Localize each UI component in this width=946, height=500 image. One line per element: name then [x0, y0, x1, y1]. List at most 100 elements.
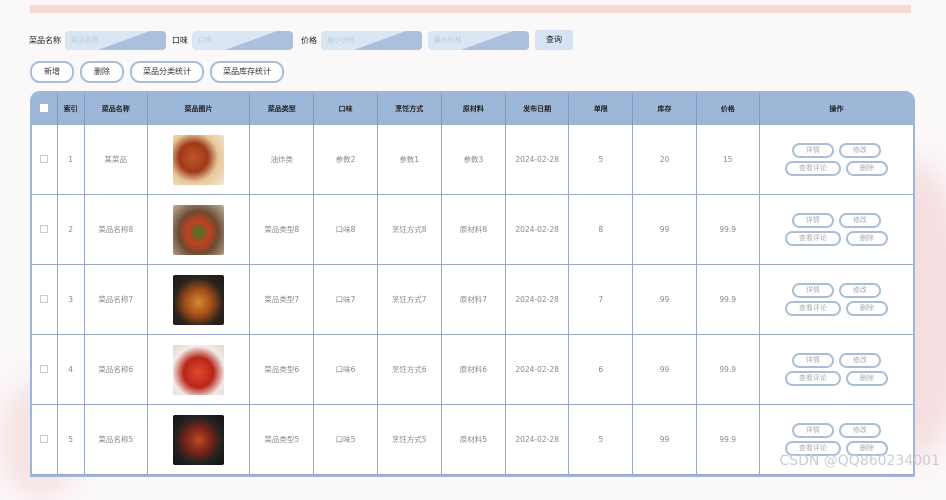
header-cell: 烹饪方式 — [377, 93, 442, 125]
header-cell: 菜品类型 — [249, 93, 315, 125]
detail-button[interactable]: 详情 — [791, 423, 834, 438]
min-price-input[interactable]: 最小价格 — [321, 30, 422, 50]
select-all-checkbox[interactable] — [32, 93, 58, 125]
taste-cell: 口味5 — [313, 404, 378, 475]
header-cell: 菜品名称 — [84, 93, 148, 125]
header-cell: 操作 — [759, 93, 913, 125]
row-checkbox[interactable] — [32, 404, 58, 475]
date-cell: 2024-02-28 — [505, 194, 570, 265]
name-input[interactable]: 菜品名称 — [65, 30, 166, 50]
header-cell: 价格 — [696, 93, 760, 125]
max-price-input[interactable]: 最大价格 — [428, 30, 529, 50]
dish-image[interactable] — [173, 204, 225, 255]
image-cell — [147, 125, 251, 195]
view-reviews-button[interactable]: 查看评论 — [784, 301, 841, 316]
dish-image[interactable] — [173, 274, 225, 325]
dish-image[interactable] — [173, 414, 225, 465]
name-label: 菜品名称 — [29, 35, 61, 45]
row-delete-button[interactable]: 删除 — [845, 231, 888, 246]
header-cell: 口味 — [313, 93, 378, 125]
delete-button[interactable]: 删除 — [80, 61, 124, 83]
date-cell: 2024-02-28 — [505, 334, 570, 405]
detail-button[interactable]: 详情 — [791, 143, 834, 158]
image-cell — [147, 334, 251, 405]
type-cell: 菜品类型6 — [249, 334, 315, 405]
header-cell: 库存 — [632, 93, 697, 125]
watermark: CSDN @QQ860234001 — [779, 453, 940, 469]
stock-cell: 20 — [632, 125, 697, 195]
price-cell: 99.9 — [696, 194, 760, 265]
edit-button[interactable]: 修改 — [838, 143, 881, 158]
row-checkbox[interactable] — [32, 264, 58, 335]
stock-cell: 99 — [632, 334, 697, 405]
date-cell: 2024-02-28 — [505, 404, 570, 475]
price-cell: 99.9 — [696, 404, 760, 475]
name-cell: 菜品名称6 — [84, 334, 148, 405]
row-checkbox[interactable] — [32, 125, 58, 195]
price-cell: 15 — [696, 125, 760, 195]
material-cell: 原材料5 — [441, 404, 507, 475]
row-delete-button[interactable]: 删除 — [845, 161, 888, 176]
edit-button[interactable]: 修改 — [838, 423, 881, 438]
header-cell: 单限 — [568, 93, 634, 125]
type-cell: 菜品类型7 — [249, 264, 315, 335]
detail-button[interactable]: 详情 — [791, 353, 834, 368]
header-cell: 索引 — [57, 93, 85, 125]
row-checkbox[interactable] — [32, 334, 58, 405]
taste-cell: 参数2 — [313, 125, 378, 195]
view-reviews-button[interactable]: 查看评论 — [784, 161, 841, 176]
actions-cell: 详情 修改 查看评论 删除 — [759, 125, 913, 195]
limit-cell: 5 — [568, 404, 634, 475]
cook-cell: 烹饪方式8 — [377, 194, 442, 265]
top-accent-bar — [30, 5, 911, 13]
edit-button[interactable]: 修改 — [838, 353, 881, 368]
name-cell: 菜品名称7 — [84, 264, 148, 335]
query-button[interactable]: 查询 — [535, 30, 573, 50]
index-cell: 5 — [57, 404, 85, 475]
material-cell: 原材料6 — [441, 334, 507, 405]
header-cell: 发布日期 — [505, 93, 570, 125]
index-cell: 3 — [57, 264, 85, 335]
dish-table: 索引 菜品名称 菜品图片 菜品类型 口味 烹饪方式 原材料 发布日期 单限 库存… — [30, 91, 915, 477]
cook-cell: 烹饪方式7 — [377, 264, 442, 335]
material-cell: 原材料7 — [441, 264, 507, 335]
limit-cell: 6 — [568, 334, 634, 405]
taste-cell: 口味6 — [313, 334, 378, 405]
price-cell: 99.9 — [696, 334, 760, 405]
price-cell: 99.9 — [696, 264, 760, 335]
name-cell: 菜品名称5 — [84, 404, 148, 475]
add-button[interactable]: 新增 — [30, 61, 74, 83]
name-cell: 某菜品 — [84, 125, 148, 195]
cook-cell: 烹饪方式5 — [377, 404, 442, 475]
taste-cell: 口味7 — [313, 264, 378, 335]
date-cell: 2024-02-28 — [505, 125, 570, 195]
material-cell: 原材料8 — [441, 194, 507, 265]
view-reviews-button[interactable]: 查看评论 — [784, 231, 841, 246]
view-reviews-button[interactable]: 查看评论 — [784, 371, 841, 386]
table-row: 3 菜品名称7 菜品类型7 口味7 烹饪方式7 原材料7 2024-02-28 … — [32, 264, 913, 335]
name-cell: 菜品名称8 — [84, 194, 148, 265]
edit-button[interactable]: 修改 — [838, 213, 881, 228]
price-label: 价格 — [301, 35, 317, 45]
type-cell: 油炸类 — [249, 125, 315, 195]
cook-cell: 烹饪方式6 — [377, 334, 442, 405]
image-cell — [147, 194, 251, 265]
stock-cell: 99 — [632, 404, 697, 475]
row-delete-button[interactable]: 删除 — [845, 371, 888, 386]
image-cell — [147, 404, 251, 475]
detail-button[interactable]: 详情 — [791, 283, 834, 298]
row-checkbox[interactable] — [32, 194, 58, 265]
category-stats-button[interactable]: 菜品分类统计 — [130, 61, 204, 83]
limit-cell: 8 — [568, 194, 634, 265]
material-cell: 参数3 — [441, 125, 507, 195]
stock-stats-button[interactable]: 菜品库存统计 — [210, 61, 284, 83]
detail-button[interactable]: 详情 — [791, 213, 834, 228]
taste-input[interactable]: 口味 — [192, 30, 293, 50]
dish-image[interactable] — [173, 344, 225, 395]
dish-image[interactable] — [173, 134, 225, 185]
row-delete-button[interactable]: 删除 — [845, 301, 888, 316]
edit-button[interactable]: 修改 — [838, 283, 881, 298]
table-row: 2 菜品名称8 菜品类型8 口味8 烹饪方式8 原材料8 2024-02-28 … — [32, 194, 913, 265]
actions-cell: 详情 修改 查看评论 删除 — [759, 264, 913, 335]
image-cell — [147, 264, 251, 335]
